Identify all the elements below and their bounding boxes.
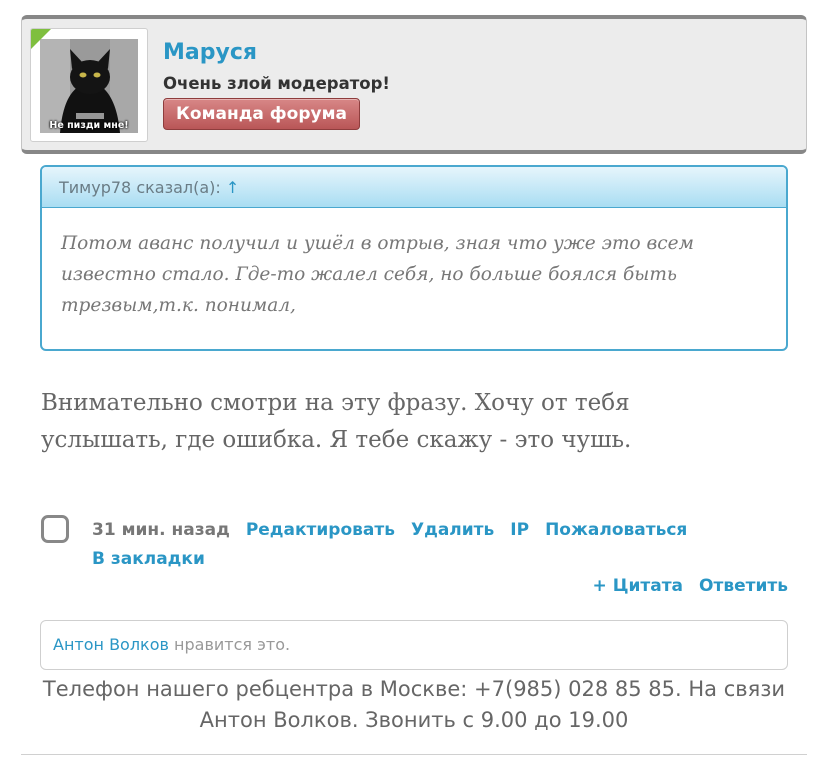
quote-text: Потом аванс получил и ушёл в отрыв, зная…: [61, 233, 694, 316]
reply-actions: + Цитата Ответить: [577, 572, 788, 600]
post-author-card: Не пизди мне! Маруся Очень злой модерато…: [21, 15, 807, 154]
group-badge: Команда форума: [163, 98, 360, 130]
quote-header: Тимур78 сказал(а): ↑: [42, 167, 786, 208]
author-name[interactable]: Маруся: [163, 39, 257, 67]
ip-link[interactable]: IP: [510, 520, 529, 540]
post-message: Внимательно смотри на эту фразу. Хочу от…: [41, 390, 632, 453]
avatar-caption: Не пизди мне!: [49, 120, 129, 131]
avatar-frame[interactable]: Не пизди мне!: [30, 28, 148, 142]
post-divider: [21, 754, 807, 755]
bookmark-link[interactable]: В закладки: [92, 549, 205, 569]
signature: Телефон нашего ребцентра в Москве: +7(98…: [42, 677, 786, 732]
quote-author: Тимур78 сказал(а):: [59, 178, 221, 197]
likes-text: нравится это.: [168, 635, 291, 654]
report-link[interactable]: Пожаловаться: [545, 520, 687, 540]
select-post-checkbox[interactable]: [41, 515, 69, 543]
delete-link[interactable]: Удалить: [411, 520, 494, 540]
reply-button[interactable]: Ответить: [699, 576, 788, 596]
likes-summary: Антон Волков нравится это.: [40, 620, 788, 670]
online-indicator-icon: [31, 29, 52, 50]
edit-link[interactable]: Редактировать: [246, 520, 395, 540]
post-time[interactable]: 31 мин. назад: [92, 520, 230, 540]
quote-block: Тимур78 сказал(а): ↑ Потом аванс получил…: [40, 165, 788, 351]
liker-link[interactable]: Антон Волков: [53, 635, 169, 654]
avatar[interactable]: Не пизди мне!: [40, 39, 138, 133]
author-title: Очень злой модератор!: [163, 74, 390, 93]
black-cat-icon: [40, 39, 138, 133]
post-meta: 31 мин. назад Редактировать Удалить IP Пожал…: [92, 516, 782, 574]
quote-source-arrow-icon[interactable]: ↑: [226, 178, 239, 197]
quote-button[interactable]: + Цитата: [593, 576, 684, 596]
